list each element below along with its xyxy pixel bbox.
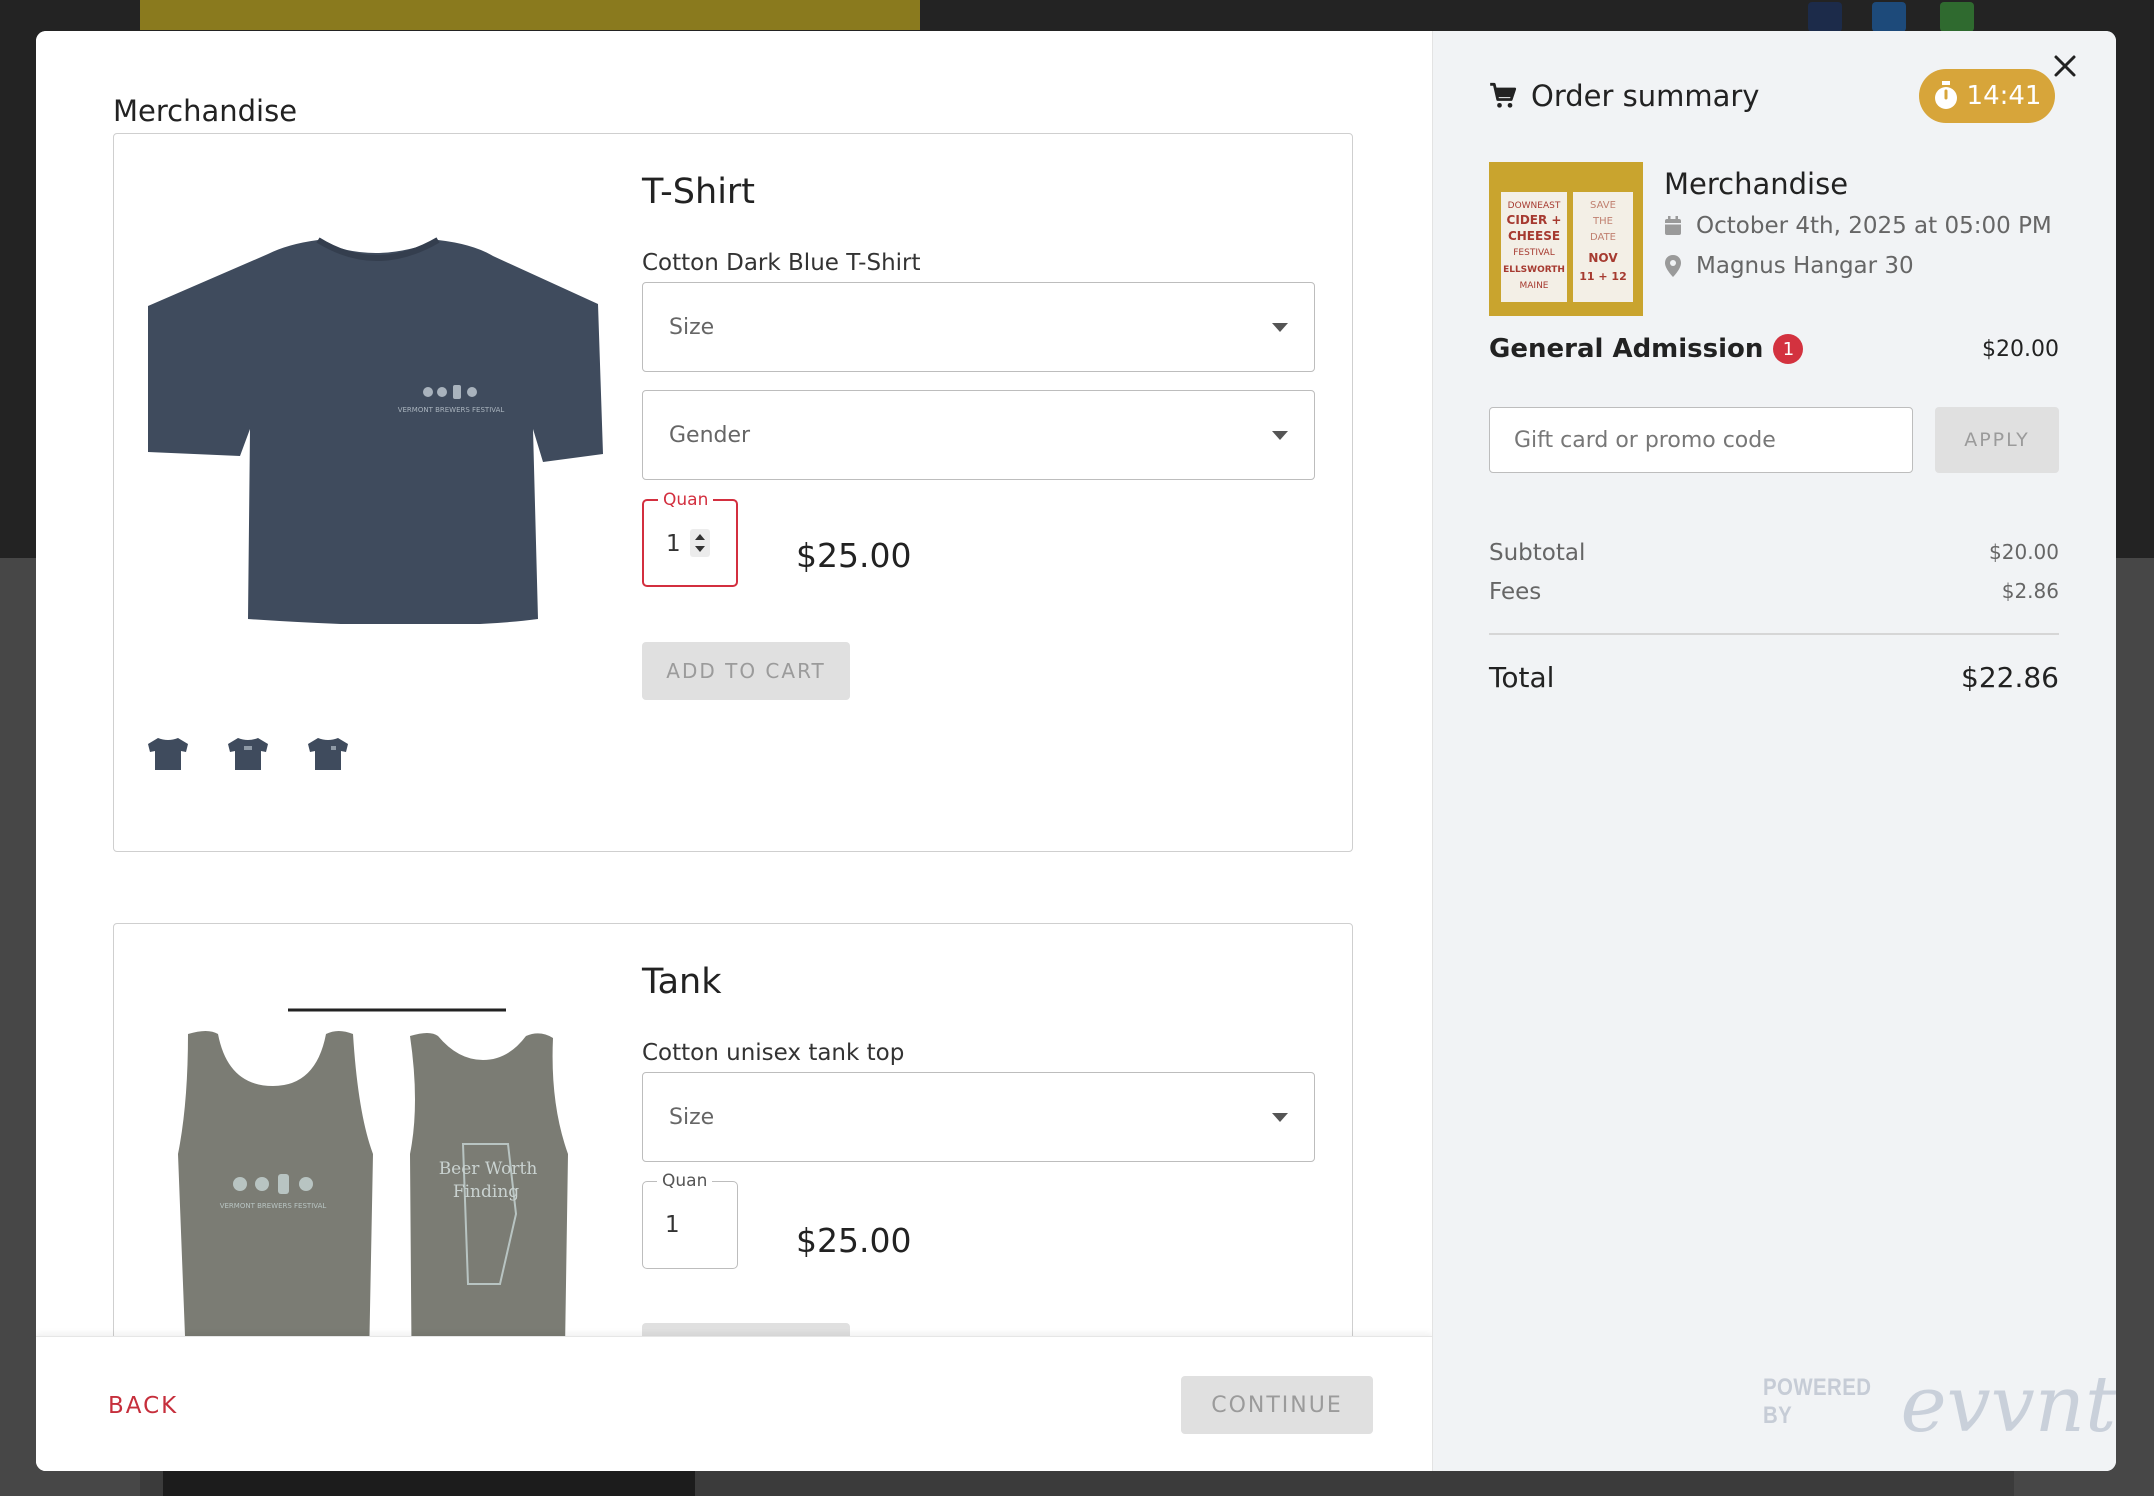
chevron-down-icon xyxy=(1272,430,1288,440)
cart-icon xyxy=(1490,82,1517,108)
stopwatch-icon xyxy=(1934,81,1957,109)
size-select-placeholder: Size xyxy=(669,1104,715,1130)
merchandise-scroll-area[interactable]: Merchandise VERMONT BREWERS FESTIVAL T-S… xyxy=(36,31,1432,1336)
tshirt-shape xyxy=(148,240,603,626)
poster-text-the: THE xyxy=(1592,216,1613,227)
quantity-stepper[interactable]: Quan 1 xyxy=(642,1171,738,1269)
background-banner xyxy=(140,0,920,30)
chevron-down-icon xyxy=(1272,1112,1288,1122)
checkout-modal: Merchandise VERMONT BREWERS FESTIVAL T-S… xyxy=(36,31,2116,1471)
twitter-icon xyxy=(1872,2,1906,32)
poster-text-date: DATE xyxy=(1590,232,1616,243)
event-thumbnail: DOWNEAST CIDER + CHEESE FESTIVAL ELLSWOR… xyxy=(1489,162,1643,316)
poster-text-maine: MAINE xyxy=(1520,281,1549,291)
summary-divider xyxy=(1489,633,2059,635)
event-date: October 4th, 2025 at 05:00 PM xyxy=(1664,213,2052,239)
apply-button[interactable]: APPLY xyxy=(1935,407,2059,473)
fees-label: Fees xyxy=(1489,579,1542,605)
tank-front-shape xyxy=(178,1031,373,1336)
quantity-label: Quan xyxy=(657,1171,713,1191)
email-icon xyxy=(1940,2,1974,32)
order-summary-panel: Order summary 14:41 DOWNEAST CIDER + CHE… xyxy=(1432,31,2116,1471)
product-card-tank: VERMONT BREWERS FESTIVAL Beer Worth Find… xyxy=(113,923,1353,1336)
section-title: Merchandise xyxy=(113,94,298,128)
size-select[interactable]: Size xyxy=(642,282,1315,372)
event-date-text: October 4th, 2025 at 05:00 PM xyxy=(1696,213,2052,239)
order-summary-title: Order summary xyxy=(1531,79,1760,113)
spinner-arrows-icon[interactable] xyxy=(690,529,710,557)
thumbnail-2[interactable] xyxy=(228,732,268,772)
gender-select[interactable]: Gender xyxy=(642,390,1315,480)
back-button[interactable]: BACK xyxy=(108,1393,178,1419)
product-description: Cotton unisex tank top xyxy=(642,1040,905,1066)
continue-button[interactable]: CONTINUE xyxy=(1181,1376,1373,1434)
product-price: $25.00 xyxy=(796,536,912,575)
tank-back-print-line2: Finding xyxy=(453,1182,519,1202)
product-thumbnails xyxy=(148,732,348,772)
product-image-tshirt: VERMONT BREWERS FESTIVAL xyxy=(148,194,608,626)
product-name: Tank xyxy=(642,962,722,1002)
chevron-down-icon xyxy=(1272,322,1288,332)
fees-value: $2.86 xyxy=(2001,579,2059,603)
tank-front-print: VERMONT BREWERS FESTIVAL xyxy=(220,1202,327,1210)
poster-text-downeast: DOWNEAST xyxy=(1508,201,1561,211)
powered-by-text: POWERED BY xyxy=(1763,1374,1872,1429)
poster-text-cheese: CHEESE xyxy=(1508,229,1560,243)
event-name: Merchandise xyxy=(1664,167,1849,201)
thumbnail-1[interactable] xyxy=(148,732,188,772)
poster-text-cider: CIDER + xyxy=(1507,213,1562,227)
order-summary-header: Order summary xyxy=(1489,79,1759,113)
map-pin-icon xyxy=(1665,255,1681,277)
total-label: Total xyxy=(1489,661,1555,694)
quantity-label: Quan xyxy=(658,490,714,510)
subtotal-row: Subtotal $20.00 xyxy=(1489,540,2059,566)
promo-code-input[interactable] xyxy=(1489,407,1913,473)
tshirt-print-text: VERMONT BREWERS FESTIVAL xyxy=(398,406,505,414)
ticket-price: $20.00 xyxy=(1982,336,2059,362)
facebook-icon xyxy=(1808,2,1842,32)
add-to-cart-button[interactable] xyxy=(642,1323,850,1336)
total-row: Total $22.86 xyxy=(1489,661,2059,694)
ticket-label: General Admission xyxy=(1489,334,1764,364)
subtotal-value: $20.00 xyxy=(1989,540,2059,564)
product-card-tshirt: VERMONT BREWERS FESTIVAL T-Shirt Cotton xyxy=(113,133,1353,852)
thumbnail-3[interactable] xyxy=(308,732,348,772)
powered-by-logo: POWERED BY evvnt xyxy=(1763,1366,2116,1444)
poster-text-festival: FESTIVAL xyxy=(1513,248,1554,258)
product-price: $25.00 xyxy=(796,1221,912,1260)
quantity-value[interactable]: 1 xyxy=(666,531,681,557)
event-location: Magnus Hangar 30 xyxy=(1664,253,1914,279)
countdown-timer: 14:41 xyxy=(1919,69,2055,123)
poster-text-ellsworth: ELLSWORTH xyxy=(1503,265,1565,275)
quantity-stepper[interactable]: Quan 1 xyxy=(642,490,738,587)
tank-back-print-line1: Beer Worth xyxy=(439,1159,538,1179)
poster-text-save: SAVE xyxy=(1590,200,1616,211)
product-image-tank: VERMONT BREWERS FESTIVAL Beer Worth Find… xyxy=(148,994,608,1336)
timer-value: 14:41 xyxy=(1966,81,2042,111)
calendar-icon xyxy=(1665,216,1681,235)
modal-footer: BACK CONTINUE xyxy=(36,1336,1432,1471)
ticket-count-badge: 1 xyxy=(1773,334,1804,364)
merchandise-panel: Merchandise VERMONT BREWERS FESTIVAL T-S… xyxy=(36,31,1432,1471)
brand-logo-text: evvnt xyxy=(1900,1360,2116,1450)
size-select-placeholder: Size xyxy=(669,314,715,340)
size-select[interactable]: Size xyxy=(642,1072,1315,1162)
product-description: Cotton Dark Blue T-Shirt xyxy=(642,250,921,276)
product-name: T-Shirt xyxy=(642,172,756,212)
total-value: $22.86 xyxy=(1961,661,2059,694)
quantity-value[interactable]: 1 xyxy=(665,1212,680,1238)
poster-text-nov: NOV xyxy=(1588,251,1618,265)
background-tile xyxy=(163,1470,695,1496)
ticket-line-item: General Admission 1 $20.00 xyxy=(1489,334,2059,364)
fees-row: Fees $2.86 xyxy=(1489,579,2059,605)
close-button[interactable] xyxy=(2048,49,2082,83)
poster-text-days: 11 + 12 xyxy=(1579,270,1627,283)
gender-select-placeholder: Gender xyxy=(669,422,751,448)
subtotal-label: Subtotal xyxy=(1489,540,1586,566)
add-to-cart-button[interactable]: ADD TO CART xyxy=(642,642,850,700)
close-icon xyxy=(2054,55,2076,77)
event-location-text: Magnus Hangar 30 xyxy=(1696,253,1914,279)
